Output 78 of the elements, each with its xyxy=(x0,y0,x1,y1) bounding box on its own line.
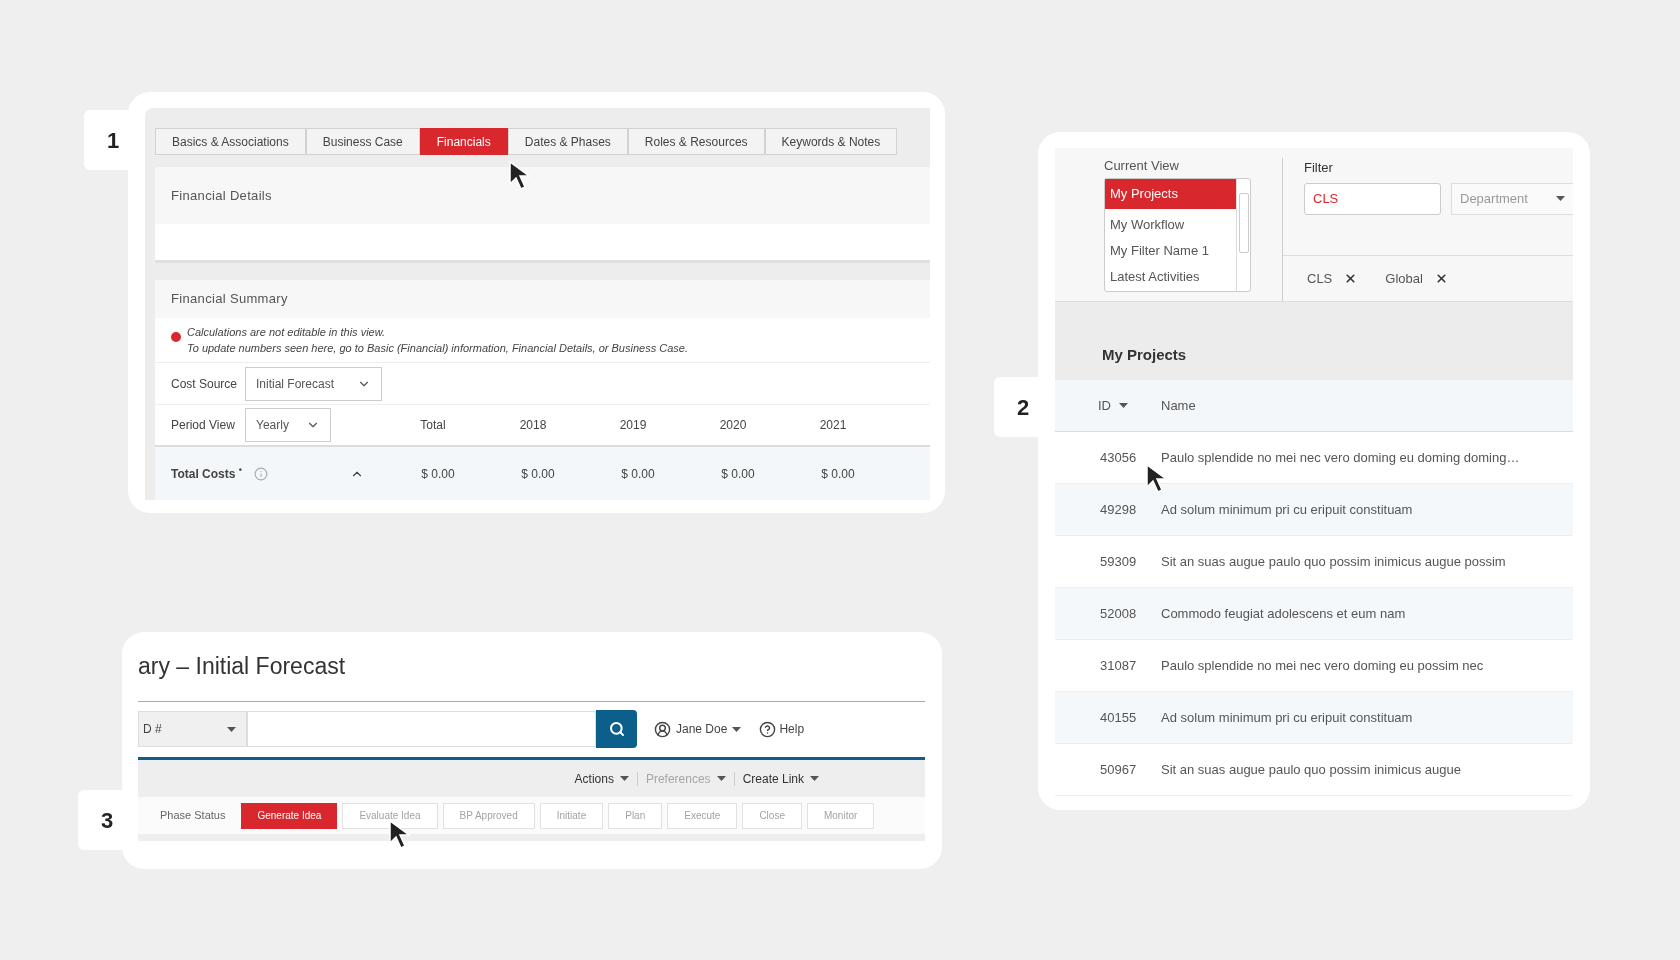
table-cell-text: 52008 xyxy=(1100,604,1138,623)
tab[interactable]: Keywords & Notes xyxy=(764,128,898,155)
table-cell-text: Sit an suas augue paulo quo possim inimicus augue xyxy=(1161,760,1461,779)
filter-chip[interactable]: CLS xyxy=(1307,268,1358,289)
cost-source-select[interactable]: Initial Forecast xyxy=(245,366,382,401)
tab[interactable]: Roles & Resources xyxy=(627,128,765,155)
help-icon xyxy=(759,720,777,738)
column-header[interactable]: ID xyxy=(1098,395,1161,416)
table-cell-text: Paulo splendide no mei nec vero doming eu possim nec xyxy=(1161,656,1484,675)
caret-icon xyxy=(227,726,236,732)
scrollbar[interactable] xyxy=(1236,178,1250,291)
list-item[interactable]: My Projects xyxy=(1105,178,1236,209)
table-cell-text: 31087 xyxy=(1100,656,1138,675)
field-label: Phase Status xyxy=(160,808,226,824)
help-link[interactable]: Help xyxy=(759,720,805,738)
search-button[interactable] xyxy=(596,710,637,748)
user-menu[interactable]: Jane Doe xyxy=(654,720,742,738)
section-title: Financial Details xyxy=(155,167,930,224)
column-header: 2021 xyxy=(818,417,848,434)
table-cell-text: Commodo feugiat adolescens et eum nam xyxy=(1161,604,1406,623)
table-row[interactable]: 52008 Commodo feugiat adolescens et eum nam xyxy=(1055,588,1573,640)
tab[interactable]: Business Case xyxy=(305,128,420,155)
list-item[interactable]: My Filter Name 1 xyxy=(1105,237,1236,264)
view-list[interactable]: My Projects My Workflow My Filter Name 1 Latest Activities xyxy=(1104,177,1251,292)
column-header: 2018 xyxy=(518,417,548,434)
table-cell-text: Ad solum minimum pri cu eripuit constituam xyxy=(1161,708,1413,727)
table-row[interactable]: 40155 Ad solum minimum pri cu eripuit constituam xyxy=(1055,692,1573,744)
table-cell-text: $ 0.00 xyxy=(620,465,656,483)
error-icon xyxy=(171,332,181,342)
phase-step[interactable]: Generate Idea xyxy=(241,802,338,829)
row-label: Total Costs $^{•}$ xyxy=(171,464,242,483)
search-field[interactable] xyxy=(247,711,596,747)
caret-icon xyxy=(619,776,629,781)
page-title: ary – Initial Forecast xyxy=(138,652,346,682)
table-cell-text: $ 0.00 xyxy=(520,465,556,483)
table-cell-text: 59309 xyxy=(1100,552,1138,571)
field-label: Current View xyxy=(1104,157,1180,175)
tab[interactable]: Financials xyxy=(419,128,508,155)
menu-button[interactable]: Actions xyxy=(574,769,629,788)
table-cell-text: Ad solum minimum pri cu eripuit constituam xyxy=(1161,500,1413,519)
section-title: Financial Summary xyxy=(155,280,930,318)
table-cell-text: Sit an suas augue paulo quo possim inimicus augue possim xyxy=(1161,552,1506,571)
table-cell-text: 40155 xyxy=(1100,708,1138,727)
column-header: 2019 xyxy=(618,417,648,434)
list-item[interactable]: Latest Activities xyxy=(1105,263,1236,290)
notice-text: To update numbers seen here, go to Basic (Financial) information, Financial Details, or Business Case. xyxy=(187,341,688,356)
period-view-select[interactable]: Yearly xyxy=(245,408,331,442)
filter-input[interactable]: CLS xyxy=(1304,182,1441,215)
table-cell-text: $ 0.00 xyxy=(720,465,756,483)
caret-icon xyxy=(716,776,726,781)
table-cell-text: 49298 xyxy=(1100,500,1138,519)
column-header: Total xyxy=(419,417,447,434)
table-row[interactable]: 49298 Ad solum minimum pri cu eripuit constituam xyxy=(1055,484,1573,536)
caret-icon xyxy=(1556,196,1565,201)
close-icon[interactable] xyxy=(1434,272,1448,285)
caret-icon xyxy=(1119,403,1128,408)
column-header: Name xyxy=(1161,396,1196,415)
tab[interactable]: Basics & Associations xyxy=(155,128,306,155)
info-icon xyxy=(253,466,268,481)
table-cell-text: $ 0.00 xyxy=(820,465,856,483)
caret-icon xyxy=(810,776,819,781)
table-cell-text: $ 0.00 xyxy=(420,465,456,483)
table-cell-text: Paulo splendide no mei nec vero doming eu doming doming… xyxy=(1161,448,1520,467)
filter-chip[interactable]: Global xyxy=(1385,268,1448,289)
table-cell-text: 50967 xyxy=(1100,760,1138,779)
search-icon xyxy=(608,721,625,737)
column-header: 2020 xyxy=(718,417,748,434)
list-item[interactable]: My Workflow xyxy=(1105,211,1236,238)
field-label: Period View xyxy=(171,417,233,434)
list-title: My Projects xyxy=(1102,344,1187,365)
table-cell-text: 43056 xyxy=(1100,448,1138,467)
menu-button[interactable]: Create Link xyxy=(742,769,819,788)
search-type-select[interactable]: D # xyxy=(138,711,247,747)
user-icon xyxy=(654,720,671,738)
caret-icon xyxy=(732,726,742,732)
tab[interactable]: Dates & Phases xyxy=(507,128,628,155)
field-label: Filter xyxy=(1304,159,1334,177)
notice-text: Calculations are not editable in this view. xyxy=(187,325,387,340)
